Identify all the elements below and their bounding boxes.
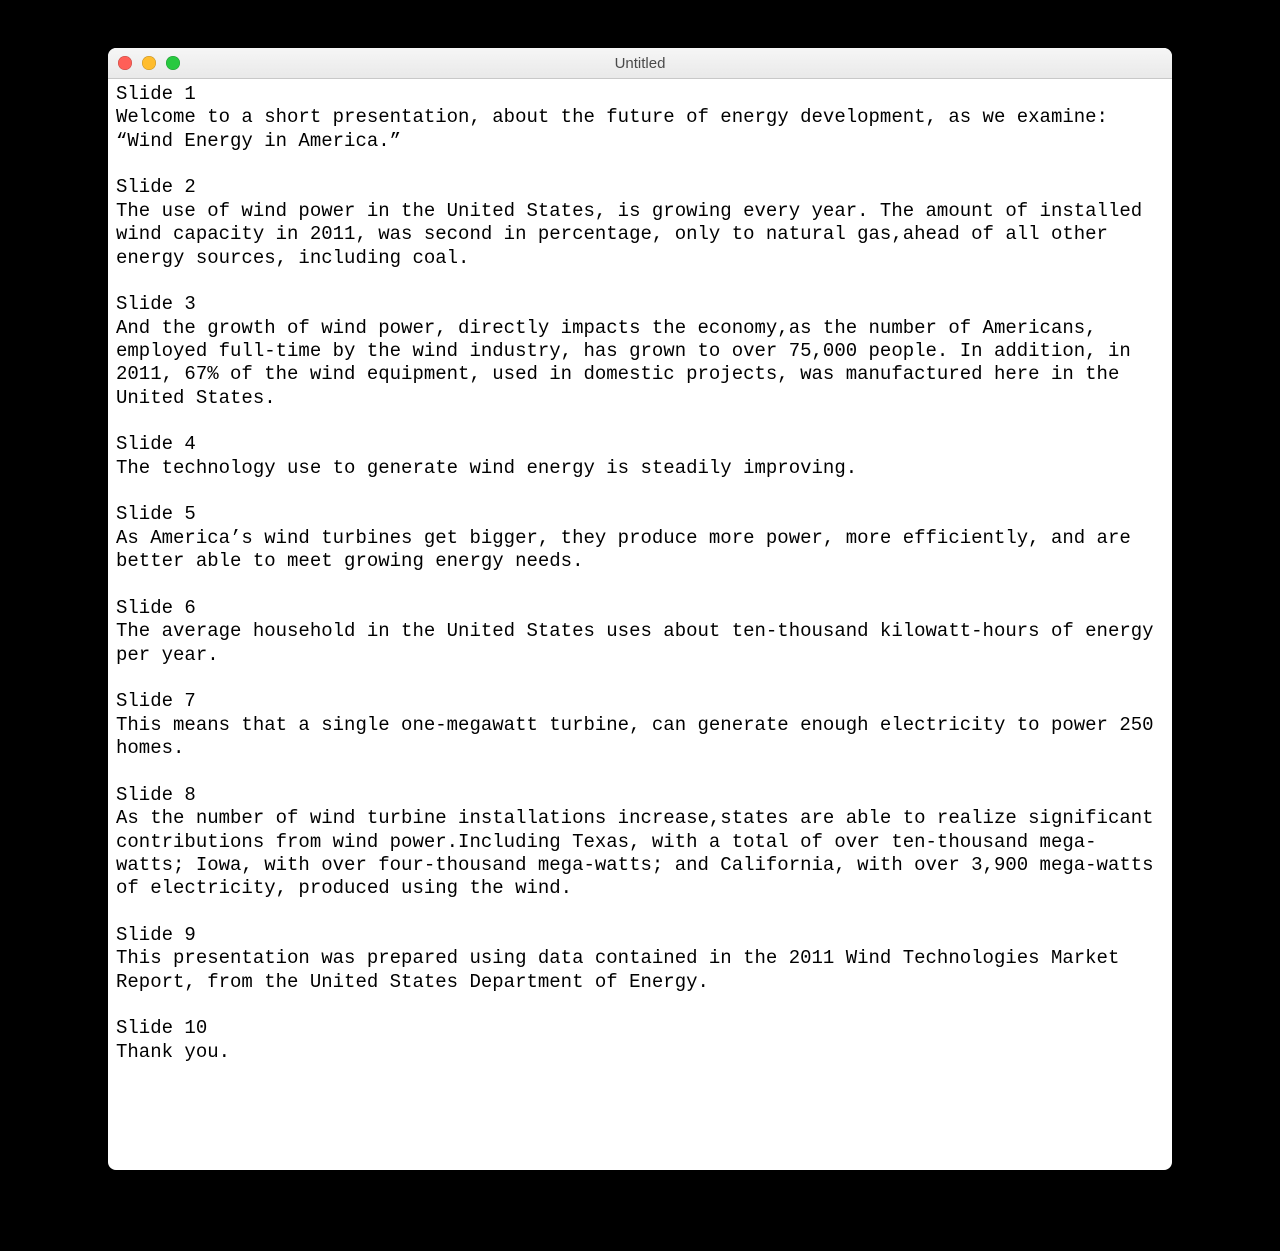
slide-heading: Slide 9: [116, 924, 1164, 947]
slide-body: Welcome to a short presentation, about t…: [116, 106, 1164, 153]
slide-body: The technology use to generate wind ener…: [116, 457, 1164, 480]
slide-block: Slide 4The technology use to generate wi…: [116, 433, 1164, 480]
blank-line: [116, 410, 1164, 433]
slide-heading: Slide 5: [116, 503, 1164, 526]
slide-heading: Slide 4: [116, 433, 1164, 456]
blank-line: [116, 480, 1164, 503]
slide-body: As America’s wind turbines get bigger, t…: [116, 527, 1164, 574]
slide-block: Slide 2The use of wind power in the Unit…: [116, 176, 1164, 269]
slide-block: Slide 6The average household in the Unit…: [116, 597, 1164, 667]
slide-heading: Slide 10: [116, 1017, 1164, 1040]
slide-body: As the number of wind turbine installati…: [116, 807, 1164, 900]
blank-line: [116, 574, 1164, 597]
text-editor-window: Untitled Slide 1Welcome to a short prese…: [108, 48, 1172, 1170]
slide-heading: Slide 6: [116, 597, 1164, 620]
zoom-icon[interactable]: [166, 56, 180, 70]
slide-block: Slide 8As the number of wind turbine ins…: [116, 784, 1164, 901]
slide-body: The use of wind power in the United Stat…: [116, 200, 1164, 270]
blank-line: [116, 994, 1164, 1017]
slide-heading: Slide 2: [116, 176, 1164, 199]
slide-body: And the growth of wind power, directly i…: [116, 317, 1164, 410]
slide-block: Slide 9This presentation was prepared us…: [116, 924, 1164, 994]
slide-block: Slide 1Welcome to a short presentation, …: [116, 83, 1164, 153]
slide-block: Slide 7This means that a single one-mega…: [116, 690, 1164, 760]
blank-line: [116, 901, 1164, 924]
blank-line: [116, 667, 1164, 690]
slide-body: This presentation was prepared using dat…: [116, 947, 1164, 994]
slide-heading: Slide 1: [116, 83, 1164, 106]
titlebar[interactable]: Untitled: [108, 48, 1172, 79]
slide-heading: Slide 3: [116, 293, 1164, 316]
slide-heading: Slide 8: [116, 784, 1164, 807]
blank-line: [116, 153, 1164, 176]
blank-line: [116, 270, 1164, 293]
close-icon[interactable]: [118, 56, 132, 70]
slide-block: Slide 3And the growth of wind power, dir…: [116, 293, 1164, 410]
slide-block: Slide 10Thank you.: [116, 1017, 1164, 1064]
slide-heading: Slide 7: [116, 690, 1164, 713]
blank-line: [116, 760, 1164, 783]
slide-body: The average household in the United Stat…: [116, 620, 1164, 667]
text-content-area[interactable]: Slide 1Welcome to a short presentation, …: [108, 79, 1172, 1170]
traffic-lights: [118, 56, 180, 70]
minimize-icon[interactable]: [142, 56, 156, 70]
slide-body: Thank you.: [116, 1041, 1164, 1064]
slide-body: This means that a single one-megawatt tu…: [116, 714, 1164, 761]
slide-block: Slide 5As America’s wind turbines get bi…: [116, 503, 1164, 573]
window-title: Untitled: [108, 55, 1172, 72]
